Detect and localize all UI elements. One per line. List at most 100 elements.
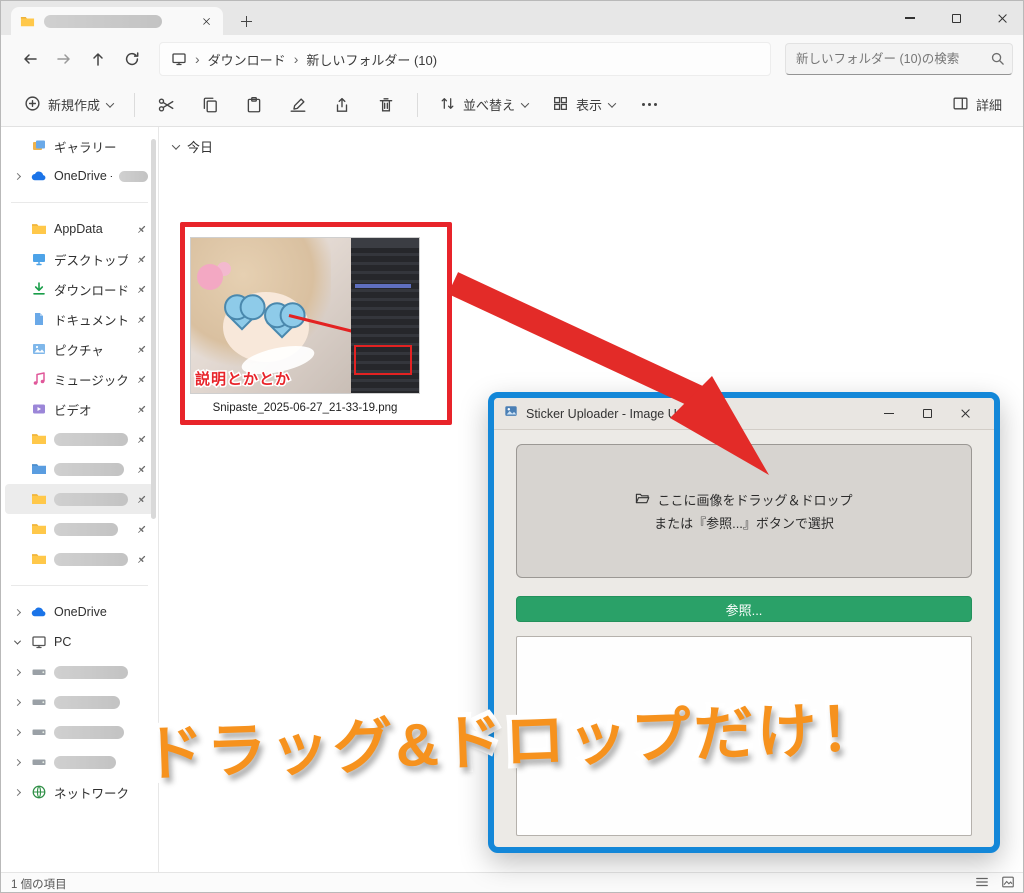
sidebar-item-pc[interactable]: PC bbox=[5, 627, 154, 657]
address-bar: › ダウンロード › 新しいフォルダー (10) bbox=[1, 35, 1024, 83]
folder-icon bbox=[30, 461, 47, 478]
sticker-uploader-dialog: Sticker Uploader - Image Upload ここに画像をドラ… bbox=[488, 392, 1000, 853]
dialog-window-controls bbox=[870, 399, 984, 429]
blurred-label bbox=[54, 523, 118, 536]
chevron-down-icon[interactable] bbox=[172, 141, 180, 149]
sidebar-item-music[interactable]: ミュージック bbox=[5, 364, 154, 394]
sidebar-item-documents[interactable]: ドキュメント bbox=[5, 304, 154, 334]
rename-icon[interactable] bbox=[279, 88, 317, 122]
details-pane-icon bbox=[952, 95, 969, 115]
sidebar-item-downloads[interactable]: ダウンロード bbox=[5, 274, 154, 304]
sidebar-scrollbar[interactable] bbox=[151, 139, 156, 519]
pin-icon bbox=[135, 493, 148, 506]
blurred-label bbox=[54, 696, 120, 709]
minimize-icon[interactable] bbox=[870, 399, 908, 429]
copy-icon[interactable] bbox=[191, 88, 229, 122]
sidebar-divider bbox=[11, 202, 148, 203]
chevron-right-icon[interactable] bbox=[13, 788, 20, 795]
drive-icon bbox=[30, 694, 47, 711]
sidebar-item-drive-blurred[interactable] bbox=[5, 687, 154, 717]
upload-list[interactable] bbox=[516, 636, 972, 836]
sidebar-item-drive-blurred[interactable] bbox=[5, 717, 154, 747]
sidebar-item-network[interactable]: ネットワーク bbox=[5, 777, 154, 807]
file-thumbnail[interactable]: 説明とかとか bbox=[190, 237, 420, 394]
minimize-icon[interactable] bbox=[887, 1, 933, 35]
large-icons-view-icon[interactable] bbox=[1001, 875, 1015, 892]
chevron-right-icon[interactable] bbox=[13, 698, 20, 705]
up-icon[interactable] bbox=[81, 42, 115, 76]
sidebar-item-desktop[interactable]: デスクトップ bbox=[5, 244, 154, 274]
sidebar-item-blurred[interactable] bbox=[5, 454, 154, 484]
share-icon[interactable] bbox=[323, 88, 361, 122]
close-icon[interactable] bbox=[946, 399, 984, 429]
sidebar-item-blurred[interactable] bbox=[5, 544, 154, 574]
maximize-icon[interactable] bbox=[908, 399, 946, 429]
items-count: 1 個の項目 bbox=[11, 876, 67, 892]
file-item[interactable]: 説明とかとか Snipaste_2025-06-27_21-33-19.png bbox=[189, 237, 421, 414]
explorer-tab[interactable] bbox=[11, 7, 223, 35]
refresh-icon[interactable] bbox=[115, 42, 149, 76]
toolbar-divider bbox=[417, 93, 418, 117]
blurred-label bbox=[119, 171, 148, 182]
forward-icon[interactable] bbox=[47, 42, 81, 76]
sidebar-item-drive-blurred[interactable] bbox=[5, 657, 154, 687]
browse-button[interactable]: 参照... bbox=[516, 596, 972, 622]
drive-icon bbox=[30, 724, 47, 741]
music-icon bbox=[30, 371, 47, 388]
sidebar-item-gallery[interactable]: ギャラリー bbox=[5, 131, 154, 161]
group-label: 今日 bbox=[187, 137, 213, 156]
blurred-label bbox=[54, 756, 116, 769]
cut-icon[interactable] bbox=[147, 88, 185, 122]
sidebar-item-blurred-selected[interactable] bbox=[5, 484, 154, 514]
status-bar: 1 個の項目 bbox=[1, 872, 1024, 893]
pin-icon bbox=[135, 313, 148, 326]
search-input[interactable] bbox=[785, 43, 1013, 75]
delete-icon[interactable] bbox=[367, 88, 405, 122]
chevron-down-icon[interactable] bbox=[13, 637, 20, 644]
sidebar-item-videos[interactable]: ビデオ bbox=[5, 394, 154, 424]
image-dropzone[interactable]: ここに画像をドラッグ＆ドロップ または『参照...』ボタンで選択 bbox=[516, 444, 972, 578]
more-options-icon[interactable] bbox=[630, 88, 668, 122]
breadcrumb[interactable]: › ダウンロード › 新しいフォルダー (10) bbox=[159, 42, 771, 76]
chevron-right-icon[interactable] bbox=[13, 608, 20, 615]
search-icon[interactable] bbox=[990, 51, 1005, 71]
view-button[interactable]: 表示 bbox=[543, 88, 624, 122]
new-button[interactable]: 新規作成 bbox=[15, 88, 122, 122]
close-icon[interactable] bbox=[979, 1, 1024, 35]
titlebar bbox=[1, 1, 1024, 35]
details-view-icon[interactable] bbox=[975, 875, 989, 892]
sidebar-item-blurred[interactable] bbox=[5, 514, 154, 544]
dropzone-text-line2: または『参照...』ボタンで選択 bbox=[654, 513, 834, 532]
details-pane-button[interactable]: 詳細 bbox=[943, 88, 1011, 122]
chevron-right-icon[interactable] bbox=[13, 758, 20, 765]
chevron-down-icon bbox=[521, 99, 529, 107]
toolbar-divider bbox=[134, 93, 135, 117]
group-header-today[interactable]: 今日 bbox=[173, 137, 213, 156]
breadcrumb-current-folder[interactable]: 新しいフォルダー (10) bbox=[306, 50, 437, 69]
sidebar-item-onedrive[interactable]: OneDrive bbox=[5, 597, 154, 627]
pin-icon bbox=[135, 553, 148, 566]
sidebar-item-drive-blurred[interactable] bbox=[5, 747, 154, 777]
sort-button[interactable]: 並べ替え bbox=[430, 88, 537, 122]
back-icon[interactable] bbox=[13, 42, 47, 76]
thumbnail-panel-header bbox=[351, 238, 419, 248]
tab-title-blurred bbox=[44, 15, 162, 28]
sidebar-item-appdata[interactable]: AppData bbox=[5, 214, 154, 244]
paste-icon[interactable] bbox=[235, 88, 273, 122]
thumbnail-panel-highlight bbox=[355, 284, 411, 288]
chevron-right-icon[interactable] bbox=[13, 668, 20, 675]
maximize-icon[interactable] bbox=[933, 1, 979, 35]
chevron-down-icon bbox=[608, 99, 616, 107]
sidebar-item-blurred[interactable] bbox=[5, 424, 154, 454]
new-tab-button[interactable] bbox=[237, 12, 255, 30]
sidebar-item-pictures[interactable]: ピクチャ bbox=[5, 334, 154, 364]
breadcrumb-downloads[interactable]: ダウンロード bbox=[208, 50, 286, 69]
file-name[interactable]: Snipaste_2025-06-27_21-33-19.png bbox=[189, 402, 421, 414]
onedrive-cloud-icon bbox=[30, 604, 47, 621]
dialog-titlebar[interactable]: Sticker Uploader - Image Upload bbox=[494, 398, 994, 430]
chevron-right-icon[interactable] bbox=[13, 172, 20, 179]
tab-close-icon[interactable] bbox=[197, 12, 215, 30]
chevron-right-icon[interactable] bbox=[13, 728, 20, 735]
folder-icon bbox=[30, 551, 47, 568]
sidebar-item-onedrive-personal[interactable]: OneDrive - bbox=[5, 161, 154, 191]
